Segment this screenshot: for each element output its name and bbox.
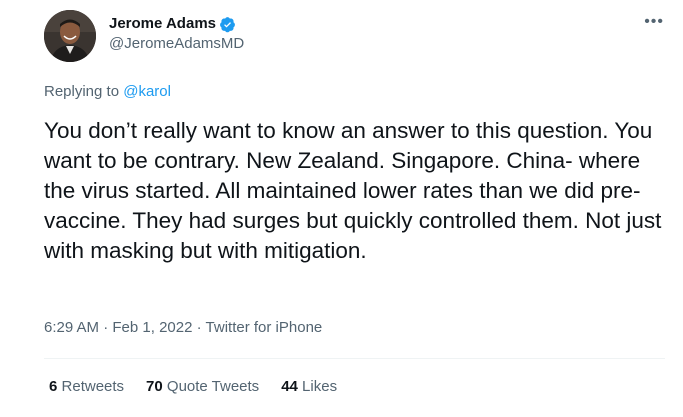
meta-separator: ·: [103, 319, 109, 336]
quote-tweets-stat[interactable]: 70 Quote Tweets: [146, 378, 259, 395]
avatar-image: [44, 10, 96, 62]
replying-to-label: Replying to: [44, 83, 120, 100]
display-name[interactable]: Jerome Adams: [109, 14, 216, 34]
more-options-icon[interactable]: •••: [644, 14, 664, 30]
tweet-metadata: 6:29 AM · Feb 1, 2022 · Twitter for iPho…: [44, 319, 322, 336]
quote-tweets-count: 70: [146, 378, 163, 395]
likes-stat[interactable]: 44 Likes: [281, 378, 337, 395]
tweet-time[interactable]: 6:29 AM: [44, 319, 99, 336]
tweet: Jerome Adams @JeromeAdamsMD ••• Replying…: [0, 0, 683, 417]
retweets-stat[interactable]: 6 Retweets: [49, 378, 124, 395]
quote-tweets-label: Quote Tweets: [166, 378, 260, 395]
replying-to: Replying to @karol: [44, 83, 171, 100]
author-names: Jerome Adams @JeromeAdamsMD: [109, 14, 244, 54]
verified-badge-icon: [219, 16, 236, 33]
divider: [44, 358, 665, 359]
meta-separator: ·: [196, 319, 202, 336]
tweet-source[interactable]: Twitter for iPhone: [206, 319, 323, 336]
tweet-date[interactable]: Feb 1, 2022: [112, 319, 192, 336]
tweet-text: You don’t really want to know an answer …: [44, 118, 662, 263]
display-name-row: Jerome Adams: [109, 14, 244, 34]
reply-mention-link[interactable]: @karol: [123, 83, 171, 100]
likes-label: Likes: [302, 378, 338, 395]
engagement-stats: 6 Retweets 70 Quote Tweets 44 Likes: [49, 378, 359, 395]
retweets-count: 6: [49, 378, 58, 395]
retweets-label: Retweets: [61, 378, 125, 395]
author-handle[interactable]: @JeromeAdamsMD: [109, 34, 244, 54]
likes-count: 44: [281, 378, 298, 395]
avatar[interactable]: [44, 10, 96, 62]
tweet-header: Jerome Adams @JeromeAdamsMD: [44, 10, 244, 62]
